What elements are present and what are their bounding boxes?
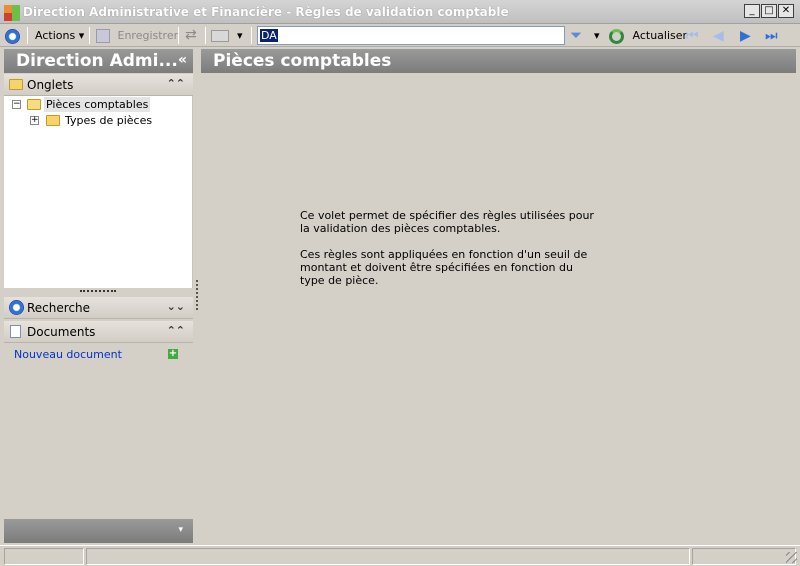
status-cell bbox=[4, 548, 84, 565]
refresh-icon bbox=[609, 28, 624, 44]
vertical-splitter[interactable] bbox=[196, 280, 198, 310]
toolbar-separator bbox=[27, 27, 28, 44]
status-bar bbox=[0, 545, 800, 566]
funnel-icon: ⏷ bbox=[570, 26, 583, 44]
left-pane-header: Direction Admi... « bbox=[4, 49, 193, 73]
section-tabs-header[interactable]: Onglets ⌃⌃ bbox=[4, 74, 193, 96]
print-button[interactable] bbox=[211, 26, 229, 45]
app-icon bbox=[4, 5, 20, 21]
chevron-down-icon: ▾ bbox=[78, 29, 85, 42]
last-page-icon: ⏭ bbox=[765, 28, 778, 44]
collapse-toggle[interactable]: − bbox=[12, 100, 21, 109]
search-circle-icon bbox=[9, 300, 24, 315]
first-page-button[interactable]: ⏮ bbox=[686, 28, 699, 44]
tree-panel: − Pièces comptables + Types de pièces bbox=[4, 96, 193, 288]
add-icon[interactable]: + bbox=[168, 349, 178, 359]
main-pane-header: Pièces comptables bbox=[201, 49, 796, 73]
status-cell bbox=[86, 548, 690, 565]
search-input-selected-text[interactable]: DA bbox=[260, 29, 278, 42]
document-icon bbox=[10, 325, 21, 338]
main-menu-button[interactable] bbox=[5, 26, 20, 45]
section-search-label: Recherche bbox=[27, 301, 91, 315]
section-documents-header[interactable]: Documents ⌃⌃ bbox=[4, 321, 193, 343]
last-page-button[interactable]: ⏭ bbox=[765, 28, 778, 44]
status-cell bbox=[692, 548, 796, 565]
chevron-down-icon: ▾ bbox=[594, 29, 600, 42]
tree-item-label: Types de pièces bbox=[65, 114, 153, 127]
maximize-button[interactable]: □ bbox=[761, 4, 777, 18]
toolbar-separator bbox=[205, 27, 206, 44]
left-pane-footer: ▾ bbox=[4, 519, 193, 543]
close-button[interactable]: ✕ bbox=[778, 4, 794, 18]
save-label: Enregistrer bbox=[117, 29, 179, 42]
title-bar: Direction Administrative et Financière -… bbox=[0, 0, 800, 24]
resize-grip[interactable] bbox=[786, 552, 797, 563]
refresh-button[interactable]: Actualiser bbox=[609, 26, 687, 45]
open-folder-icon bbox=[27, 99, 41, 110]
chevron-down-icon[interactable]: ▾ bbox=[178, 525, 183, 535]
refresh-label: Actualiser bbox=[632, 29, 688, 42]
expand-toggle[interactable]: + bbox=[30, 116, 39, 125]
save-button[interactable]: Enregistrer bbox=[96, 26, 178, 45]
toolbar-separator bbox=[178, 27, 179, 44]
printer-icon bbox=[211, 30, 229, 42]
filter-dropdown[interactable]: ▾ bbox=[594, 26, 600, 45]
actions-menu[interactable]: Actions ▾ bbox=[35, 26, 84, 45]
toolbar-separator bbox=[251, 27, 252, 44]
window-title: Direction Administrative et Financière -… bbox=[23, 5, 509, 19]
print-dropdown[interactable]: ▾ bbox=[237, 26, 243, 45]
filter-button[interactable]: ⏷ bbox=[570, 26, 582, 45]
first-page-icon: ⏮ bbox=[686, 28, 699, 44]
collapse-pane-button[interactable]: « bbox=[178, 52, 187, 68]
left-pane-title: Direction Admi... bbox=[16, 51, 178, 71]
previous-button[interactable]: ◀ bbox=[713, 28, 724, 44]
toolbar-separator bbox=[89, 27, 90, 44]
section-documents-label: Documents bbox=[27, 325, 96, 339]
main-pane-title: Pièces comptables bbox=[213, 51, 392, 71]
save-icon bbox=[96, 29, 110, 43]
actions-label: Actions bbox=[35, 29, 76, 42]
new-document-link[interactable]: Nouveau document bbox=[14, 348, 122, 361]
description-paragraph: Ce volet permet de spécifier des règles … bbox=[300, 209, 594, 235]
chevron-up-icon[interactable]: ⌃⌃ bbox=[167, 324, 185, 337]
section-tabs-label: Onglets bbox=[27, 78, 74, 92]
next-button[interactable]: ▶ bbox=[740, 28, 751, 44]
blue-circle-icon bbox=[5, 28, 20, 44]
sync-button[interactable]: ⇄ bbox=[185, 26, 197, 45]
search-field[interactable]: DA bbox=[257, 26, 565, 45]
chevron-down-icon[interactable]: ⌄⌄ bbox=[167, 300, 185, 313]
sync-icon: ⇄ bbox=[185, 27, 197, 43]
section-search-header[interactable]: Recherche ⌄⌄ bbox=[4, 297, 193, 319]
tree-item-label: Pièces comptables bbox=[44, 97, 151, 112]
folder-icon bbox=[46, 115, 60, 126]
chevron-down-icon: ▾ bbox=[237, 29, 243, 42]
next-icon: ▶ bbox=[740, 28, 751, 44]
horizontal-splitter[interactable] bbox=[80, 290, 116, 293]
chevron-up-icon[interactable]: ⌃⌃ bbox=[167, 77, 185, 90]
minimize-button[interactable]: _ bbox=[744, 4, 760, 18]
previous-icon: ◀ bbox=[713, 28, 724, 44]
description-paragraph: Ces règles sont appliquées en fonction d… bbox=[300, 248, 588, 287]
folder-icon bbox=[9, 79, 23, 90]
